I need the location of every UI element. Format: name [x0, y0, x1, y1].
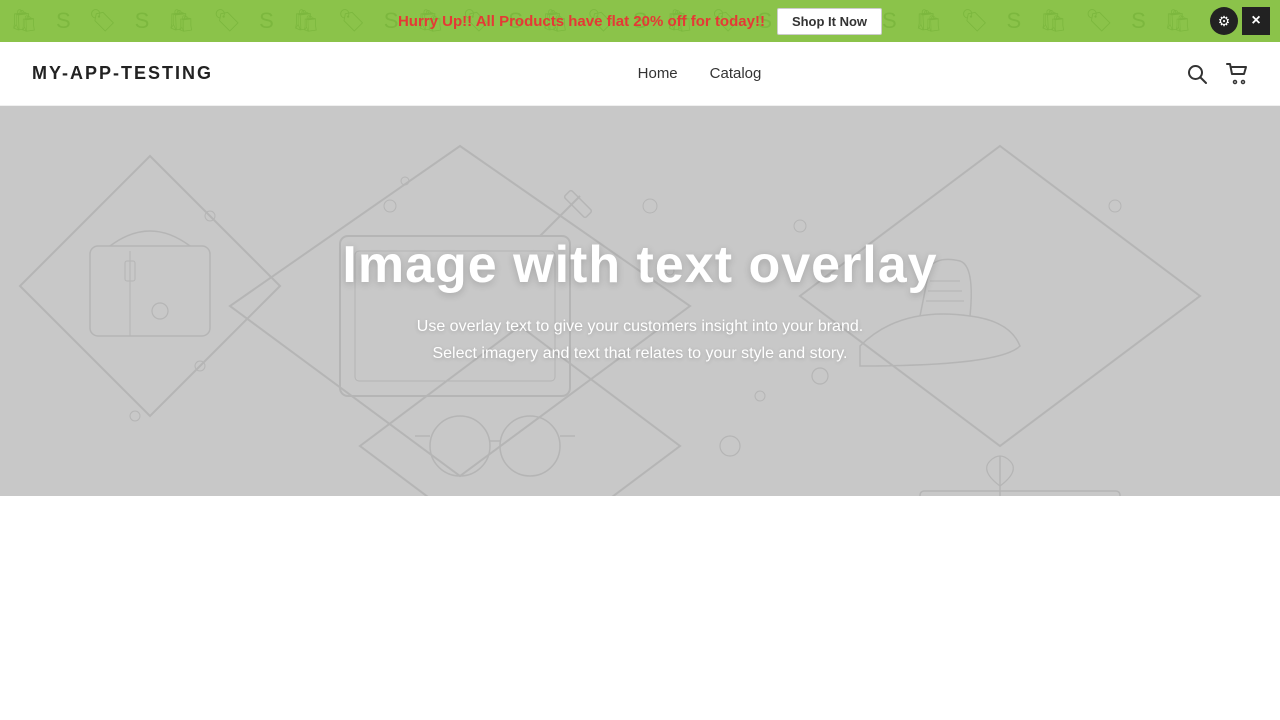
- header: MY-APP-TESTING Home Catalog: [0, 42, 1280, 106]
- bg-icon: 🛍: [292, 8, 320, 34]
- bg-icon: 🛍: [1039, 8, 1067, 34]
- nav-item-home[interactable]: Home: [638, 65, 678, 82]
- bottom-area: [0, 496, 1280, 720]
- bg-icon: S: [384, 8, 399, 34]
- cart-icon: [1226, 63, 1248, 85]
- bg-icon: 🏷: [1085, 8, 1113, 34]
- announcement-text: Hurry Up!! All Products have flat 20% of…: [398, 13, 765, 30]
- bg-icon: 🛍: [1164, 8, 1192, 34]
- bg-icon: 🏷: [213, 8, 241, 34]
- search-icon: [1186, 63, 1208, 85]
- bg-icon: 🏷: [961, 8, 989, 34]
- bg-icon: 🏷: [89, 8, 117, 34]
- close-announcement-button[interactable]: ×: [1242, 7, 1270, 35]
- bg-icon: S: [259, 8, 274, 34]
- site-logo[interactable]: MY-APP-TESTING: [32, 63, 213, 84]
- announcement-bar: 🛍 S 🏷 S 🛍 🏷 S 🛍 🏷 S 🛍 🏷 S 🛍 🏷 S 🛍 🏷 S 🛍 …: [0, 0, 1280, 42]
- shop-now-button[interactable]: Shop It Now: [777, 8, 882, 35]
- main-nav: Home Catalog: [638, 65, 762, 82]
- bg-icon: S: [56, 8, 71, 34]
- search-button[interactable]: [1186, 63, 1208, 85]
- bg-icon: 🛍: [167, 8, 195, 34]
- bg-icon: 🏷: [338, 8, 366, 34]
- hero-subtitle: Use overlay text to give your customers …: [342, 313, 937, 367]
- cart-button[interactable]: [1226, 63, 1248, 85]
- bg-icon: 🛍: [915, 8, 943, 34]
- bg-icon: S: [1007, 8, 1022, 34]
- hero-subtitle-line2: Select imagery and text that relates to …: [432, 345, 847, 362]
- bg-icon: S: [882, 8, 897, 34]
- bg-icon: S: [135, 8, 150, 34]
- bg-icon: 🛍: [10, 8, 38, 34]
- bg-icon: S: [1131, 8, 1146, 34]
- nav-item-catalog[interactable]: Catalog: [710, 65, 762, 82]
- hero-title: Image with text overlay: [342, 235, 937, 295]
- bar-content: Hurry Up!! All Products have flat 20% of…: [398, 8, 882, 35]
- hero-banner: Image with text overlay Use overlay text…: [0, 106, 1280, 496]
- hero-overlay: Image with text overlay Use overlay text…: [302, 235, 977, 367]
- header-icons: [1186, 63, 1248, 85]
- hero-subtitle-line1: Use overlay text to give your customers …: [417, 318, 863, 335]
- settings-button[interactable]: ⚙: [1210, 7, 1238, 35]
